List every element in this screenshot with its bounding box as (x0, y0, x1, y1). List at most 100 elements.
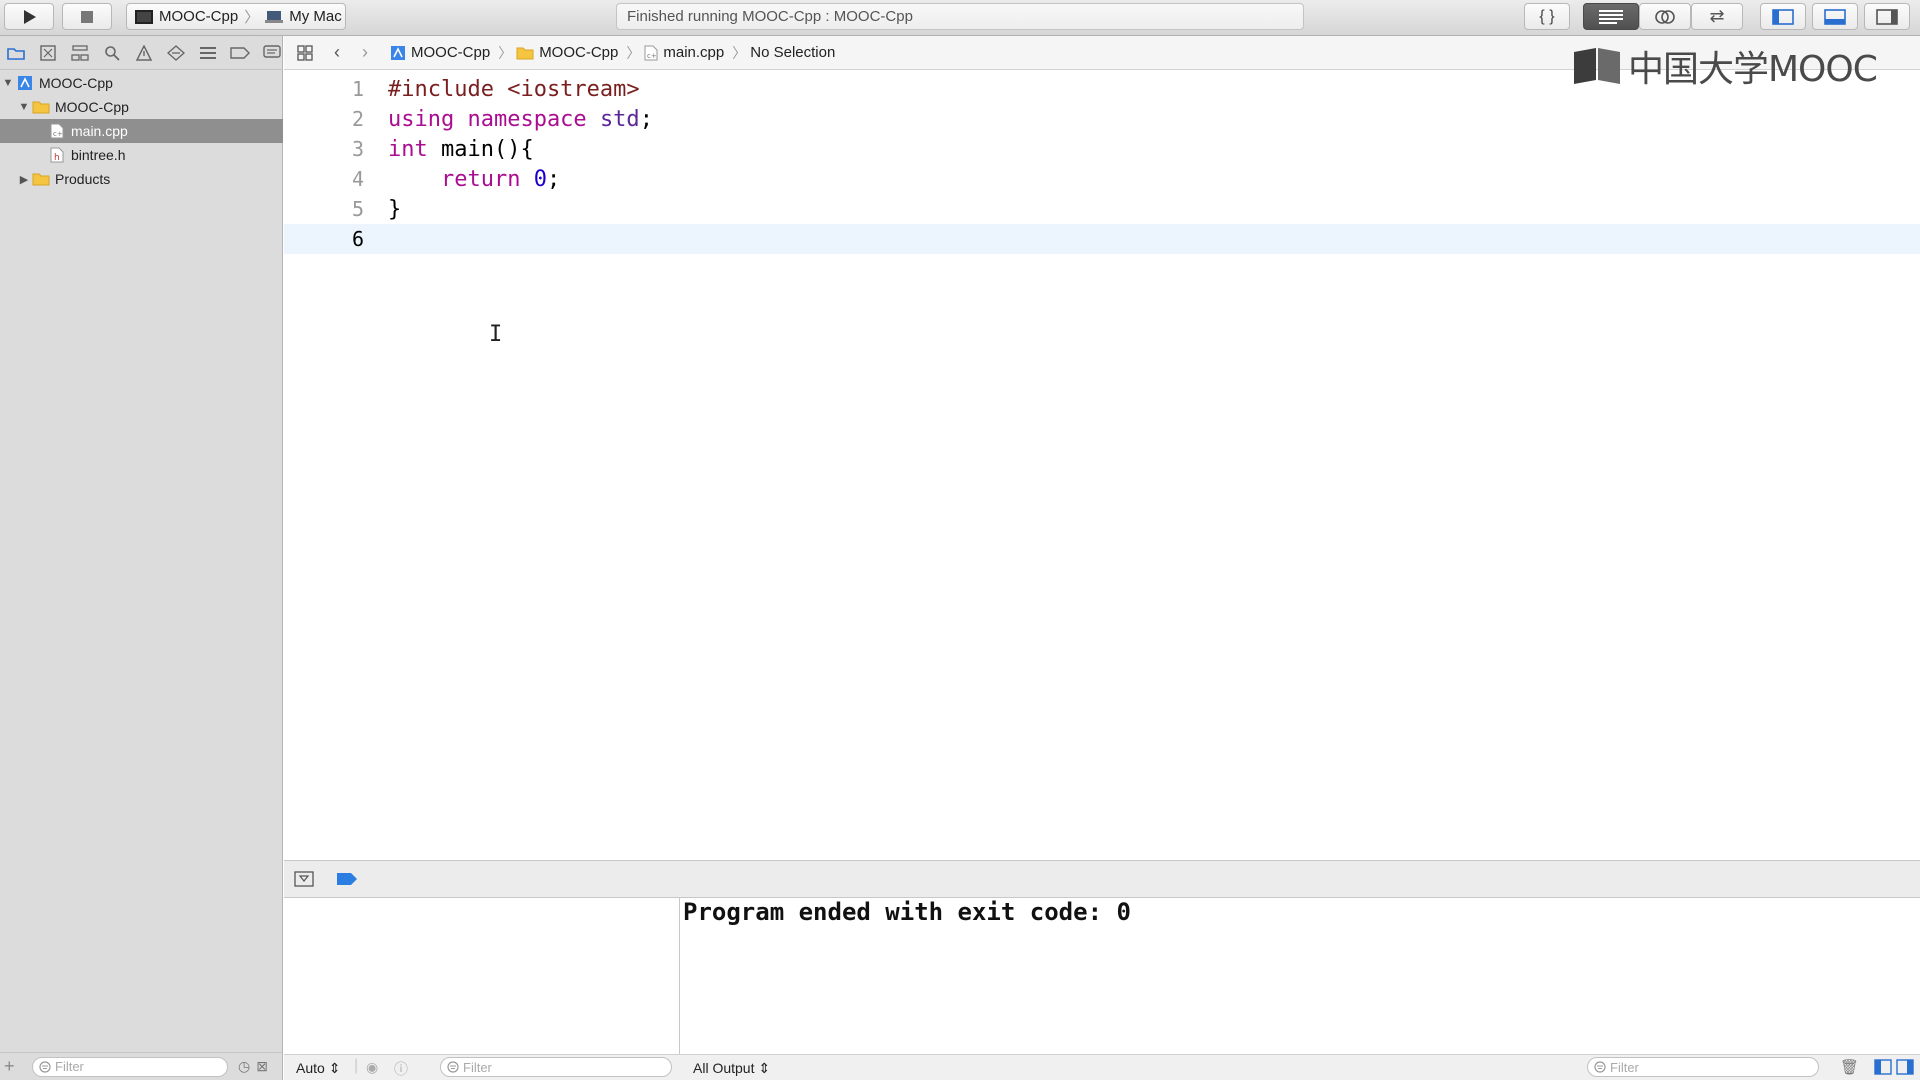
debug-gauge-icon (199, 46, 216, 59)
chevron-right-icon: 〉 (626, 44, 641, 61)
code-snippet-button[interactable]: { } (1524, 3, 1570, 30)
folder-icon (6, 47, 25, 60)
line-number: 5 (351, 197, 364, 221)
breakpoint-active-icon (337, 873, 357, 885)
toggle-navigator-button[interactable] (1760, 3, 1806, 30)
line-number: 2 (351, 107, 364, 131)
show-variables-button[interactable] (1874, 1059, 1892, 1080)
add-icon[interactable]: + (4, 1056, 24, 1077)
disclosure-expanded-icon[interactable]: ▼ (16, 101, 32, 113)
svg-text:h: h (54, 153, 60, 163)
standard-editor-icon (1599, 9, 1623, 24)
mac-laptop-icon (265, 10, 284, 23)
console-view[interactable]: Program ended with exit code: 0 (681, 898, 1920, 1054)
debug-navigator-tab[interactable] (196, 43, 219, 63)
destination-label: My Mac (289, 8, 342, 25)
info-icon[interactable]: ⓘ (394, 1059, 408, 1079)
toggle-debug-area-button[interactable] (1812, 3, 1858, 30)
tree-item-project[interactable]: ▼ MOOC-Cpp (0, 71, 283, 95)
filter-icon (39, 1060, 51, 1073)
assistant-editor-button[interactable] (1639, 3, 1691, 30)
back-arrow-icon[interactable]: ‹ (334, 42, 340, 63)
chevron-right-icon: 〉 (244, 9, 260, 26)
breadcrumb-symbol[interactable]: No Selection (750, 44, 835, 61)
assistant-editor-icon (1655, 9, 1675, 24)
xcode-project-icon (16, 75, 34, 91)
code-line[interactable]: 3 int main(){ (284, 134, 1920, 164)
console-output-selector[interactable]: All Output ⇕ (693, 1060, 770, 1077)
stop-button[interactable] (62, 3, 112, 30)
code-line-current[interactable]: 6 (284, 224, 1920, 254)
breadcrumb-label: MOOC-Cpp (539, 44, 619, 61)
console-filter-input[interactable]: Filter (1587, 1057, 1819, 1077)
tree-item-products[interactable]: ▶ Products (0, 167, 283, 191)
version-editor-button[interactable]: ⇄ (1691, 3, 1743, 30)
filter-placeholder: Filter (463, 1059, 492, 1075)
forward-arrow-icon[interactable]: › (362, 42, 368, 63)
eye-icon[interactable]: ◉ (366, 1059, 378, 1076)
toggle-utilities-button[interactable] (1864, 3, 1910, 30)
recent-files-icon[interactable]: ◷ (238, 1058, 250, 1075)
navigator-selector-bar (0, 36, 283, 70)
search-icon (104, 45, 120, 61)
tree-item-folder[interactable]: ▼ MOOC-Cpp (0, 95, 283, 119)
test-diamond-icon (166, 44, 185, 61)
tree-item-label: Products (55, 171, 111, 187)
tree-item-label: MOOC-Cpp (39, 75, 113, 91)
disclosure-expanded-icon[interactable]: ▼ (0, 77, 16, 89)
run-button[interactable] (4, 3, 54, 30)
report-bubble-icon (262, 44, 281, 58)
header-file-icon: h (48, 147, 66, 163)
breadcrumb-folder[interactable]: MOOC-Cpp (516, 44, 618, 61)
cpp-file-icon: c+ (644, 45, 658, 60)
breakpoints-toggle-button[interactable] (336, 872, 358, 891)
symbol-navigator-tab[interactable] (68, 43, 91, 63)
find-navigator-tab[interactable] (100, 43, 123, 63)
collapse-panel-icon (294, 871, 314, 887)
scheme-selector[interactable]: MOOC-Cpp 〉 My Mac (126, 3, 346, 30)
line-number: 1 (351, 77, 364, 101)
trash-icon[interactable]: 🗑 (1840, 1058, 1859, 1076)
code-line[interactable]: 2 using namespace std; (284, 104, 1920, 134)
breadcrumb-file[interactable]: c+ main.cpp (644, 44, 724, 61)
text-cursor-icon: I (489, 322, 503, 347)
breakpoint-icon (229, 46, 250, 59)
tree-item-label: bintree.h (71, 147, 126, 163)
variables-filter-input[interactable]: Filter (440, 1057, 672, 1077)
activity-status-text: Finished running MOOC-Cpp : MOOC-Cpp (627, 8, 913, 25)
watermark-logo: 中国大学MOOC (1572, 44, 1878, 90)
terminal-app-icon (135, 9, 153, 24)
project-navigator-tab[interactable] (4, 43, 27, 63)
variables-scope-selector[interactable]: Auto ⇕ (296, 1060, 340, 1077)
test-navigator-tab[interactable] (164, 43, 187, 63)
breadcrumb-project[interactable]: MOOC-Cpp (390, 44, 490, 61)
yellow-folder-icon (32, 171, 50, 187)
issue-navigator-tab[interactable] (132, 43, 155, 63)
tree-item-main-cpp[interactable]: c+ main.cpp (0, 119, 283, 143)
code-text: #include <iostream> (388, 76, 640, 102)
braces-icon: { } (1539, 7, 1555, 25)
code-line[interactable]: 5 } (284, 194, 1920, 224)
scheme-target-label: MOOC-Cpp (159, 8, 239, 25)
standard-editor-button[interactable] (1583, 3, 1639, 30)
project-navigator: ▼ MOOC-Cpp ▼ MOOC-Cpp c+ main.cpp h bint… (0, 36, 283, 1080)
hide-debug-area-button[interactable] (294, 871, 314, 892)
line-number: 3 (351, 137, 364, 161)
divider: | (354, 1057, 359, 1074)
line-number: 4 (351, 167, 364, 191)
svg-text:c+: c+ (647, 52, 657, 60)
show-console-button[interactable] (1896, 1059, 1914, 1080)
disclosure-collapsed-icon[interactable]: ▶ (16, 173, 32, 186)
breakpoint-navigator-tab[interactable] (228, 43, 251, 63)
report-navigator-tab[interactable] (260, 43, 283, 63)
code-text: } (388, 196, 402, 222)
code-line[interactable]: 4 return 0; (284, 164, 1920, 194)
line-number: 6 (351, 227, 364, 251)
navigator-filter-input[interactable]: Filter (32, 1056, 228, 1077)
source-control-navigator-tab[interactable] (36, 43, 59, 63)
left-panel-icon (1772, 8, 1794, 25)
source-control-filter-icon[interactable]: ⊠ (256, 1058, 268, 1075)
tree-item-bintree-h[interactable]: h bintree.h (0, 143, 283, 167)
related-items-icon[interactable] (294, 44, 316, 61)
source-editor[interactable]: 1 #include <iostream> 2 using namespace … (284, 70, 1920, 860)
